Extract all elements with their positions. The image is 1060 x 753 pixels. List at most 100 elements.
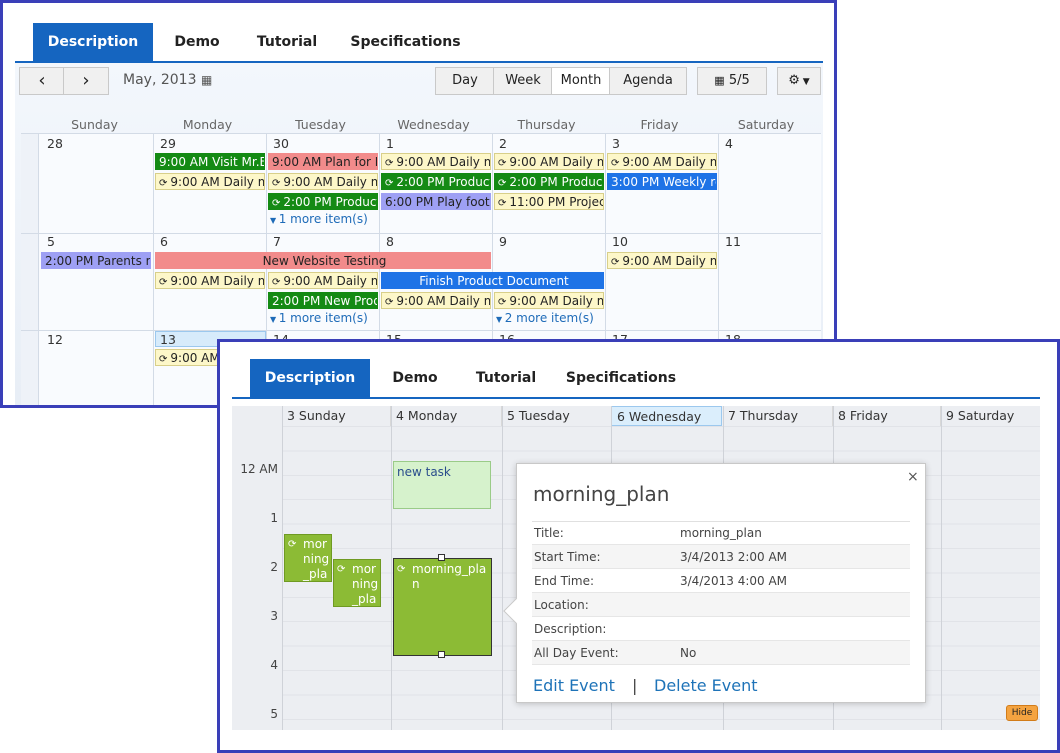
day-number[interactable]: 30 xyxy=(273,136,289,151)
day-view-button[interactable]: Day xyxy=(435,67,495,95)
day-number[interactable]: 3 xyxy=(612,136,620,151)
detail-value: 3/4/2013 4:00 AM xyxy=(680,574,788,588)
weekday-saturday: Saturday xyxy=(737,117,795,132)
detail-key: End Time: xyxy=(534,574,595,588)
week-day-header[interactable]: 5 Tuesday xyxy=(502,406,613,426)
week-day-header[interactable]: 3 Sunday xyxy=(282,406,391,426)
hour-label: 5 xyxy=(270,707,278,721)
day-number[interactable]: 2 xyxy=(499,136,507,151)
edit-event-link[interactable]: Edit Event xyxy=(533,676,615,695)
event-item[interactable]: ⟳ 2:00 PM Product xyxy=(268,193,378,210)
event-item[interactable]: ⟳ 9:00 AM Daily m xyxy=(381,153,491,170)
more-items-link[interactable]: ▼ 1 more item(s) xyxy=(270,212,368,226)
chevron-down-icon: ▼ xyxy=(799,77,810,87)
week-day-header[interactable]: 9 Saturday xyxy=(941,406,1040,426)
more-items-link[interactable]: ▼ 1 more item(s) xyxy=(270,311,368,325)
week-view-button[interactable]: Week xyxy=(493,67,553,95)
event-item[interactable]: 2:00 PM Parents m xyxy=(41,252,151,269)
month-view-button[interactable]: Month xyxy=(551,67,611,95)
weekday-monday: Monday xyxy=(182,117,233,132)
event-item[interactable]: 6:00 PM Play footb xyxy=(381,193,491,210)
tab-specifications[interactable]: Specifications xyxy=(562,359,680,397)
col-divider xyxy=(502,406,503,730)
event-item[interactable]: 9:00 AM Visit Mr.Be xyxy=(155,153,265,170)
event-item[interactable]: ⟳ 2:00 PM Product xyxy=(381,173,491,190)
tab-demo[interactable]: Demo xyxy=(382,359,448,397)
weekday-wednesday: Wednesday xyxy=(397,117,470,132)
month-date-label[interactable]: May, 2013 ▦ xyxy=(123,72,212,88)
settings-button[interactable]: ⚙ ▼ xyxy=(777,67,821,95)
col-divider xyxy=(153,134,154,405)
delete-event-link[interactable]: Delete Event xyxy=(654,676,758,695)
next-button[interactable]: › xyxy=(63,67,109,95)
week-day-header[interactable]: 4 Monday xyxy=(391,406,502,426)
day-number[interactable]: 10 xyxy=(612,234,628,249)
day-number[interactable]: 11 xyxy=(725,234,741,249)
day-number[interactable]: 9 xyxy=(499,234,507,249)
recurring-icon: ⟳ xyxy=(611,158,620,169)
weekday-tuesday: Tuesday xyxy=(295,117,346,132)
day-number[interactable]: 4 xyxy=(725,136,733,151)
event-item[interactable]: ⟳ 9:00 AM Daily m xyxy=(381,292,491,309)
event-item[interactable]: ⟳ 9:00 AM Daily m xyxy=(268,272,378,289)
week-gutter xyxy=(21,134,39,405)
day-number[interactable]: 7 xyxy=(273,234,281,249)
weekday-thursday: Thursday xyxy=(517,117,576,132)
close-icon[interactable]: × xyxy=(907,469,919,485)
resize-handle-bottom[interactable] xyxy=(438,651,445,658)
tab-specifications[interactable]: Specifications xyxy=(343,23,468,61)
hide-button[interactable]: Hide xyxy=(1006,705,1038,721)
agenda-view-button[interactable]: Agenda xyxy=(609,67,687,95)
day-number[interactable]: 28 xyxy=(47,136,63,151)
day-number[interactable]: 8 xyxy=(386,234,394,249)
day-number[interactable]: 1 xyxy=(386,136,394,151)
event-text: mor xyxy=(352,562,376,576)
recurring-icon: ⟳ xyxy=(385,178,394,189)
event-item[interactable]: 9:00 AM Plan for It xyxy=(268,153,378,170)
event-item[interactable]: 2:00 PM New Produ xyxy=(268,292,378,309)
event-item[interactable]: ⟳ 9:00 AM Daily m xyxy=(155,272,265,289)
recurring-icon: ⟳ xyxy=(272,198,281,209)
event-item[interactable]: New Website Testing xyxy=(155,252,491,269)
new-task-event[interactable]: new task xyxy=(393,461,491,509)
event-item[interactable]: ⟳ 2:00 PM Produc xyxy=(494,173,604,190)
calendar-event[interactable]: ⟳ mor ning _pla xyxy=(284,534,332,582)
detail-key: Title: xyxy=(534,526,564,540)
week-day-header[interactable]: 7 Thursday xyxy=(723,406,833,426)
detail-key: Start Time: xyxy=(534,550,601,564)
page-counter[interactable]: ▦ 5/5 xyxy=(697,67,767,95)
day-number[interactable]: 5 xyxy=(47,234,55,249)
weekday-friday: Friday xyxy=(640,117,679,132)
event-item[interactable]: ⟳ 9:00 AM Daily m xyxy=(155,173,265,190)
more-items-link[interactable]: ▼ 2 more item(s) xyxy=(496,311,594,325)
tab-tutorial[interactable]: Tutorial xyxy=(466,359,546,397)
resize-handle-top[interactable] xyxy=(438,554,445,561)
week-day-header[interactable]: 8 Friday xyxy=(833,406,941,426)
detail-value: No xyxy=(680,646,697,660)
recurring-icon: ⟳ xyxy=(397,564,406,575)
day-number[interactable]: 13 xyxy=(160,332,176,347)
tab-description[interactable]: Description xyxy=(33,23,153,61)
day-number[interactable]: 6 xyxy=(160,234,168,249)
event-item[interactable]: ⟳ 9:00 AM Daily m xyxy=(494,292,604,309)
event-item[interactable]: 3:00 PM Weekly re xyxy=(607,173,717,190)
week-day-header-today[interactable]: 6 Wednesday xyxy=(611,406,722,426)
tab-tutorial[interactable]: Tutorial xyxy=(248,23,326,61)
event-text: morning_pla xyxy=(412,562,487,576)
tab-description[interactable]: Description xyxy=(250,359,370,397)
day-number[interactable]: 12 xyxy=(47,332,63,347)
event-item[interactable]: ⟳ 9:00 AM Daily m xyxy=(494,153,604,170)
recurring-icon: ⟳ xyxy=(337,564,346,575)
prev-button[interactable]: ‹ xyxy=(19,67,65,95)
event-item[interactable]: ⟳ 9:00 AM Daily m xyxy=(607,252,717,269)
event-item[interactable]: ⟳ 9:00 AM Daily m xyxy=(607,153,717,170)
calendar-event-selected[interactable]: ⟳ morning_pla n xyxy=(393,558,492,656)
event-item[interactable]: ⟳ 9:00 AM Daily m xyxy=(268,173,378,190)
day-number[interactable]: 29 xyxy=(160,136,176,151)
tab-demo[interactable]: Demo xyxy=(163,23,231,61)
calendar-event[interactable]: ⟳ mor ning _pla xyxy=(333,559,381,607)
event-item[interactable]: Finish Product Document xyxy=(381,272,604,289)
recurring-icon: ⟳ xyxy=(385,297,394,308)
recurring-icon: ⟳ xyxy=(498,198,507,209)
event-item[interactable]: ⟳ 11:00 PM Projec xyxy=(494,193,604,210)
